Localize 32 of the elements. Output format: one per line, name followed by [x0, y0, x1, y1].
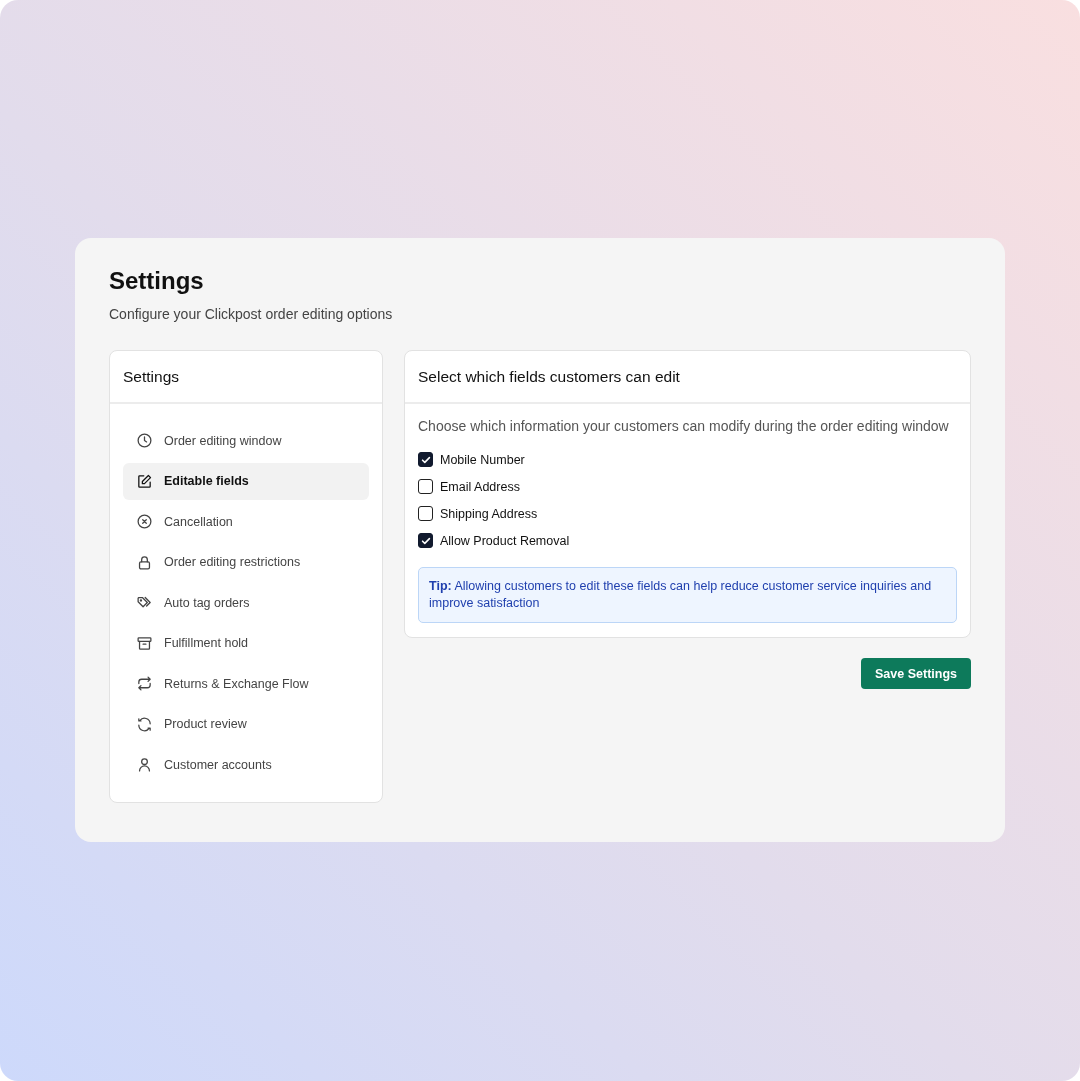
- panel-description: Choose which information your customers can modify during the order editing window: [418, 418, 950, 434]
- checkbox[interactable]: [418, 506, 433, 521]
- sidebar-item[interactable]: Returns & Exchange Flow: [123, 665, 369, 702]
- user-icon: [136, 756, 153, 773]
- refresh-icon: [136, 715, 153, 733]
- lock-icon: [136, 553, 153, 571]
- sidebar-item[interactable]: Auto tag orders: [123, 584, 369, 621]
- sidebar-item[interactable]: Editable fields: [123, 462, 369, 500]
- sidebar-title: Settings: [123, 367, 179, 386]
- checkbox[interactable]: [418, 533, 433, 548]
- page-title: Settings: [109, 266, 205, 296]
- clock-icon: [136, 432, 153, 449]
- sidebar-item[interactable]: Product review: [123, 705, 369, 743]
- checkbox-label: Email Address: [440, 479, 520, 494]
- checkbox-label: Mobile Number: [440, 452, 525, 467]
- sidebar-item[interactable]: Cancellation: [123, 503, 369, 540]
- sidebar-item[interactable]: Order editing window: [123, 422, 369, 459]
- save-button[interactable]: Save Settings: [861, 658, 971, 689]
- tip-text: Tip: Allowing customers to edit these fields can help reduce customer service inquiries and improve satisfaction: [429, 579, 932, 610]
- checkbox[interactable]: [418, 452, 433, 467]
- pencil-square-icon: [136, 472, 153, 490]
- archive-box-icon: [136, 634, 153, 652]
- x-circle-icon: [136, 513, 153, 530]
- sidebar-item[interactable]: Fulfillment hold: [123, 624, 369, 662]
- page-subtitle: Configure your Clickpost order editing options: [109, 306, 394, 322]
- sidebar-item[interactable]: Order editing restrictions: [123, 543, 369, 581]
- panel-title: Select which fields customers can edit: [418, 367, 680, 386]
- checkbox-label: Shipping Address: [440, 506, 538, 521]
- checkbox[interactable]: [418, 479, 433, 494]
- swap-arrows-icon: [136, 675, 153, 692]
- sidebar-item[interactable]: Customer accounts: [123, 746, 369, 783]
- checkbox-label: Allow Product Removal: [440, 533, 570, 548]
